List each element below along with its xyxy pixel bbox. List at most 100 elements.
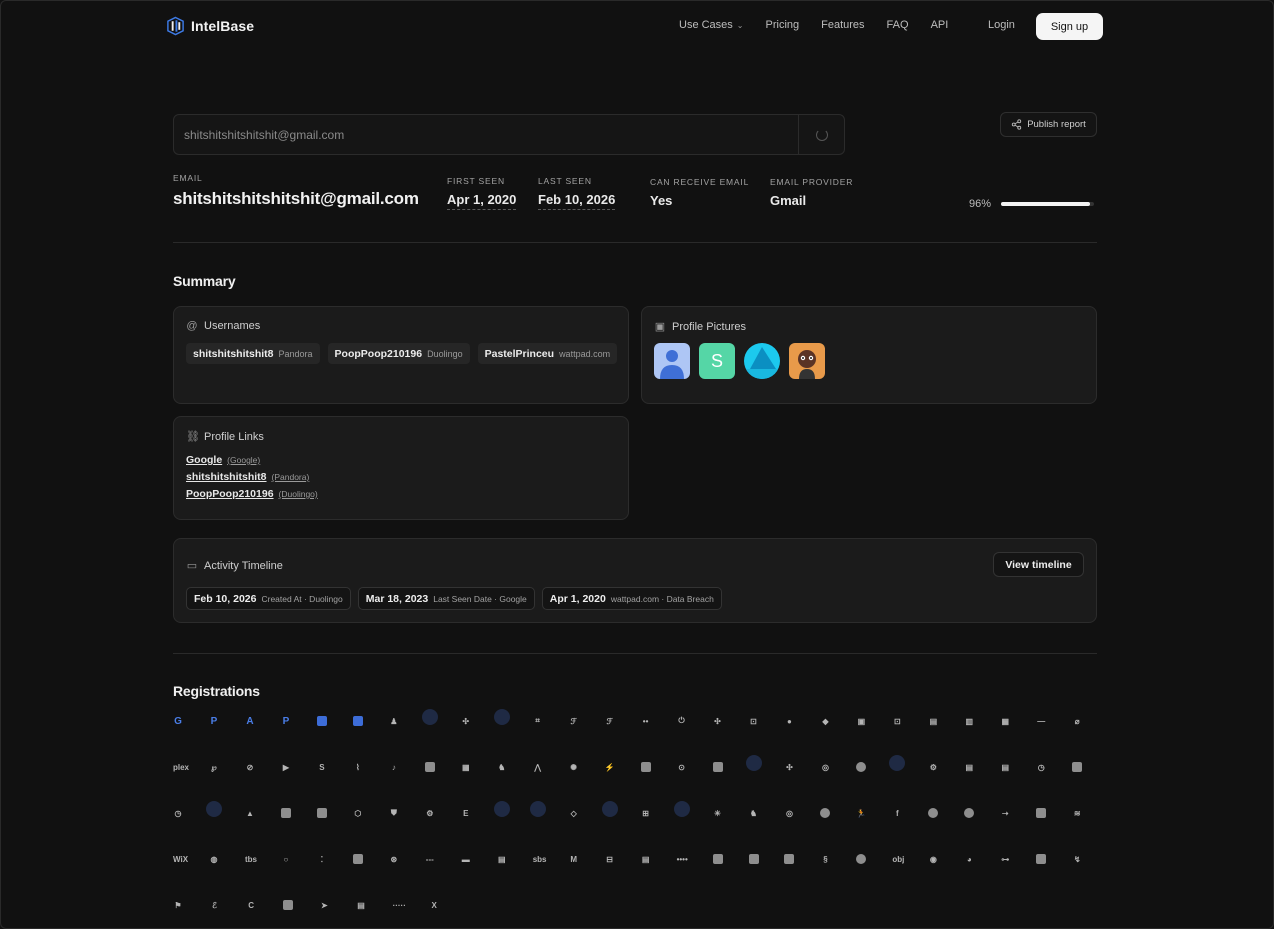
registration-item[interactable]: ▶ — [281, 757, 317, 777]
registration-item[interactable] — [889, 755, 928, 777]
first-seen-value[interactable]: Apr 1, 2020 — [447, 192, 517, 210]
registration-item[interactable]: ⛊ — [389, 803, 425, 823]
registration-item[interactable]: ↯ — [1072, 849, 1108, 869]
registration-item[interactable]: X — [429, 895, 466, 915]
registration-item[interactable] — [316, 803, 353, 823]
avatar-abstract[interactable] — [744, 343, 780, 379]
registration-item[interactable]: M — [569, 849, 605, 869]
avatar-default[interactable] — [654, 343, 690, 379]
registration-item[interactable] — [856, 849, 892, 869]
registration-item[interactable]: ▤ — [1000, 757, 1036, 777]
registration-item[interactable]: ▤ — [964, 757, 1000, 777]
registration-item[interactable]: ····· — [393, 895, 430, 915]
registration-item[interactable]: ✺ — [569, 757, 605, 777]
registration-item[interactable]: ▬ — [461, 849, 497, 869]
registration-item[interactable]: ℘ — [209, 757, 245, 777]
registration-item[interactable] — [748, 849, 785, 869]
registration-item[interactable]: — — [1036, 711, 1072, 731]
registration-item[interactable]: ◕ — [964, 849, 1000, 869]
registration-item[interactable]: § — [820, 849, 856, 869]
username-chip[interactable]: PastelPrinceu wattpad.com — [477, 343, 618, 364]
login-link[interactable]: Login — [988, 19, 1015, 31]
registration-item[interactable]: ♞ — [749, 803, 785, 823]
registration-item[interactable]: tbs — [245, 849, 281, 869]
registration-item[interactable] — [820, 803, 856, 823]
registration-item[interactable] — [282, 895, 320, 915]
registration-item[interactable] — [964, 803, 1000, 823]
registration-item[interactable] — [205, 801, 245, 823]
registration-item[interactable]: ⊟ — [605, 849, 641, 869]
registration-item[interactable]: ✣ — [784, 757, 820, 777]
registration-item[interactable] — [352, 711, 389, 731]
registration-item[interactable]: P — [209, 711, 245, 731]
registration-item[interactable]: --- — [425, 849, 461, 869]
registration-item[interactable]: ⊡ — [892, 711, 928, 731]
registration-item[interactable]: G — [173, 711, 209, 731]
registration-item[interactable] — [712, 849, 749, 869]
nav-faq[interactable]: FAQ — [887, 19, 909, 31]
nav-api[interactable]: API — [931, 19, 949, 31]
registration-item[interactable]: ◍ — [209, 849, 245, 869]
registration-item[interactable]: •• — [641, 711, 677, 731]
registration-item[interactable]: ✣ — [713, 711, 749, 731]
registration-item[interactable]: ◇ — [569, 803, 605, 823]
profile-link[interactable]: Google (Google) — [186, 454, 318, 466]
registration-item[interactable] — [856, 757, 892, 777]
registration-item[interactable]: ℱ — [569, 711, 605, 731]
registration-item[interactable]: sbs — [533, 849, 569, 869]
registration-item[interactable]: ⊙ — [677, 757, 713, 777]
registration-item[interactable]: ▥ — [964, 711, 1000, 731]
registration-item[interactable] — [1072, 757, 1108, 777]
registration-item[interactable] — [601, 801, 641, 823]
registration-item[interactable]: WiX — [173, 849, 209, 869]
registration-item[interactable]: ⊞ — [641, 803, 677, 823]
registration-item[interactable] — [316, 711, 353, 731]
username-chip[interactable]: PoopPoop210196 Duolingo — [327, 343, 470, 364]
registration-item[interactable] — [1036, 849, 1072, 869]
registration-item[interactable]: ⌀ — [1072, 711, 1108, 731]
registration-item[interactable]: ◎ — [820, 757, 856, 777]
registration-item[interactable]: ◷ — [1036, 757, 1072, 777]
registration-item[interactable]: f — [892, 803, 928, 823]
registration-item[interactable] — [673, 801, 713, 823]
registration-item[interactable]: ⚙ — [928, 757, 964, 777]
registration-item[interactable]: obj — [892, 849, 928, 869]
registration-item[interactable]: S — [317, 757, 353, 777]
registration-item[interactable]: ▦ — [1000, 711, 1036, 731]
registration-item[interactable]: ○ — [281, 849, 317, 869]
avatar-letter[interactable]: S — [699, 343, 735, 379]
nav-pricing[interactable]: Pricing — [766, 19, 800, 31]
registration-item[interactable]: ⋀ — [533, 757, 569, 777]
nav-use-cases[interactable]: Use Cases ⌄ — [679, 19, 744, 31]
registration-item[interactable]: A — [245, 711, 281, 731]
registration-item[interactable]: ✣ — [461, 711, 497, 731]
registration-item[interactable] — [493, 801, 533, 823]
registration-item[interactable] — [712, 757, 749, 777]
registration-item[interactable]: 🏃 — [856, 803, 892, 823]
registration-item[interactable] — [784, 849, 820, 869]
registration-item[interactable]: ◆ — [820, 711, 856, 731]
registration-item[interactable]: ⏻ — [677, 711, 713, 731]
registration-item[interactable]: ▤ — [497, 849, 533, 869]
registration-item[interactable] — [493, 709, 533, 731]
search-button[interactable] — [798, 115, 844, 154]
registration-item[interactable]: •••• — [677, 849, 713, 869]
registration-item[interactable]: ➝ — [1000, 803, 1036, 823]
registration-item[interactable] — [928, 803, 964, 823]
registration-item[interactable]: ♞ — [497, 757, 533, 777]
timeline-event[interactable]: Feb 10, 2026 Created At · Duolingo — [186, 587, 351, 610]
registration-item[interactable]: ▲ — [245, 803, 281, 823]
registration-item[interactable]: ▣ — [856, 711, 892, 731]
registration-item[interactable]: ℰ — [210, 895, 247, 915]
registration-item[interactable]: ♪ — [389, 757, 425, 777]
registration-item[interactable]: E — [461, 803, 497, 823]
registration-item[interactable]: ⚡ — [605, 757, 641, 777]
registration-item[interactable]: ⬡ — [353, 803, 389, 823]
view-timeline-button[interactable]: View timeline — [993, 552, 1084, 577]
signup-button[interactable]: Sign up — [1036, 13, 1103, 40]
last-seen-value[interactable]: Feb 10, 2026 — [538, 192, 616, 210]
search-input[interactable] — [174, 115, 798, 154]
avatar-cartoon[interactable] — [789, 343, 825, 379]
registration-item[interactable]: ▤ — [356, 895, 393, 915]
registration-item[interactable]: ▤ — [928, 711, 964, 731]
